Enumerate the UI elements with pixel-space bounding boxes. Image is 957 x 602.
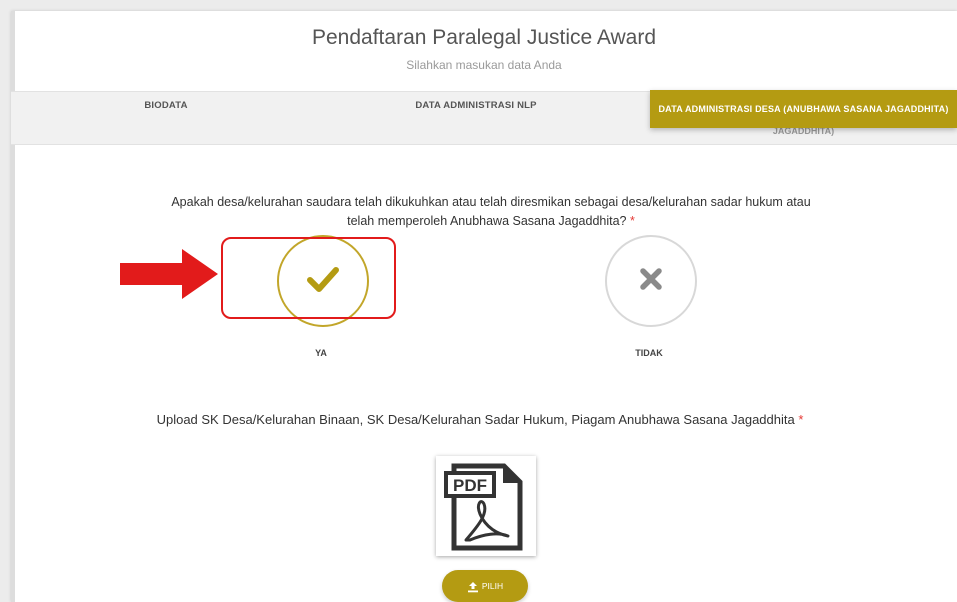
choice-yes-label: YA xyxy=(315,348,327,358)
upload-title: Upload SK Desa/Kelurahan Binaan, SK Desa… xyxy=(60,412,900,427)
tab-data-administrasi-nlp[interactable]: DATA ADMINISTRASI NLP xyxy=(321,92,631,144)
pdf-document-icon: PDF xyxy=(444,463,523,551)
required-mark: * xyxy=(629,214,635,228)
pick-file-button[interactable]: PILIH xyxy=(442,570,528,602)
pick-file-button-label: PILIH xyxy=(481,581,504,591)
tab-label-overflow: JAGADDHITA) xyxy=(772,128,835,136)
pdf-file-thumbnail[interactable]: PDF xyxy=(436,456,536,556)
upload-required-mark: * xyxy=(798,412,804,427)
question-text: Apakah desa/kelurahan saudara telah diku… xyxy=(101,193,881,231)
wizard-tabs: BIODATA DATA ADMINISTRASI NLP JAGADDHITA… xyxy=(11,90,957,145)
question-line-1: Apakah desa/kelurahan saudara telah diku… xyxy=(171,195,811,209)
page-title: Pendaftaran Paralegal Justice Award xyxy=(312,26,656,49)
question-line-2: telah memperoleh Anubhawa Sasana Jagaddh… xyxy=(347,214,627,228)
tab-biodata[interactable]: BIODATA xyxy=(11,92,321,144)
upload-icon xyxy=(467,581,478,593)
pdf-badge-text: PDF xyxy=(453,476,487,495)
page-subtitle: Silahkan masukan data Anda xyxy=(406,58,562,72)
times-icon xyxy=(639,267,663,296)
tab-data-administrasi-desa[interactable]: DATA ADMINISTRASI DESA (ANUBHAWA SASANA … xyxy=(650,90,957,128)
annotation-highlight-box xyxy=(221,237,396,319)
annotation-arrow-icon xyxy=(120,249,220,304)
choice-no-label: TIDAK xyxy=(635,348,663,358)
choice-no-button[interactable] xyxy=(605,235,697,327)
page-header: Pendaftaran Paralegal Justice Award Sila… xyxy=(11,11,957,91)
upload-title-text: Upload SK Desa/Kelurahan Binaan, SK Desa… xyxy=(156,412,795,427)
